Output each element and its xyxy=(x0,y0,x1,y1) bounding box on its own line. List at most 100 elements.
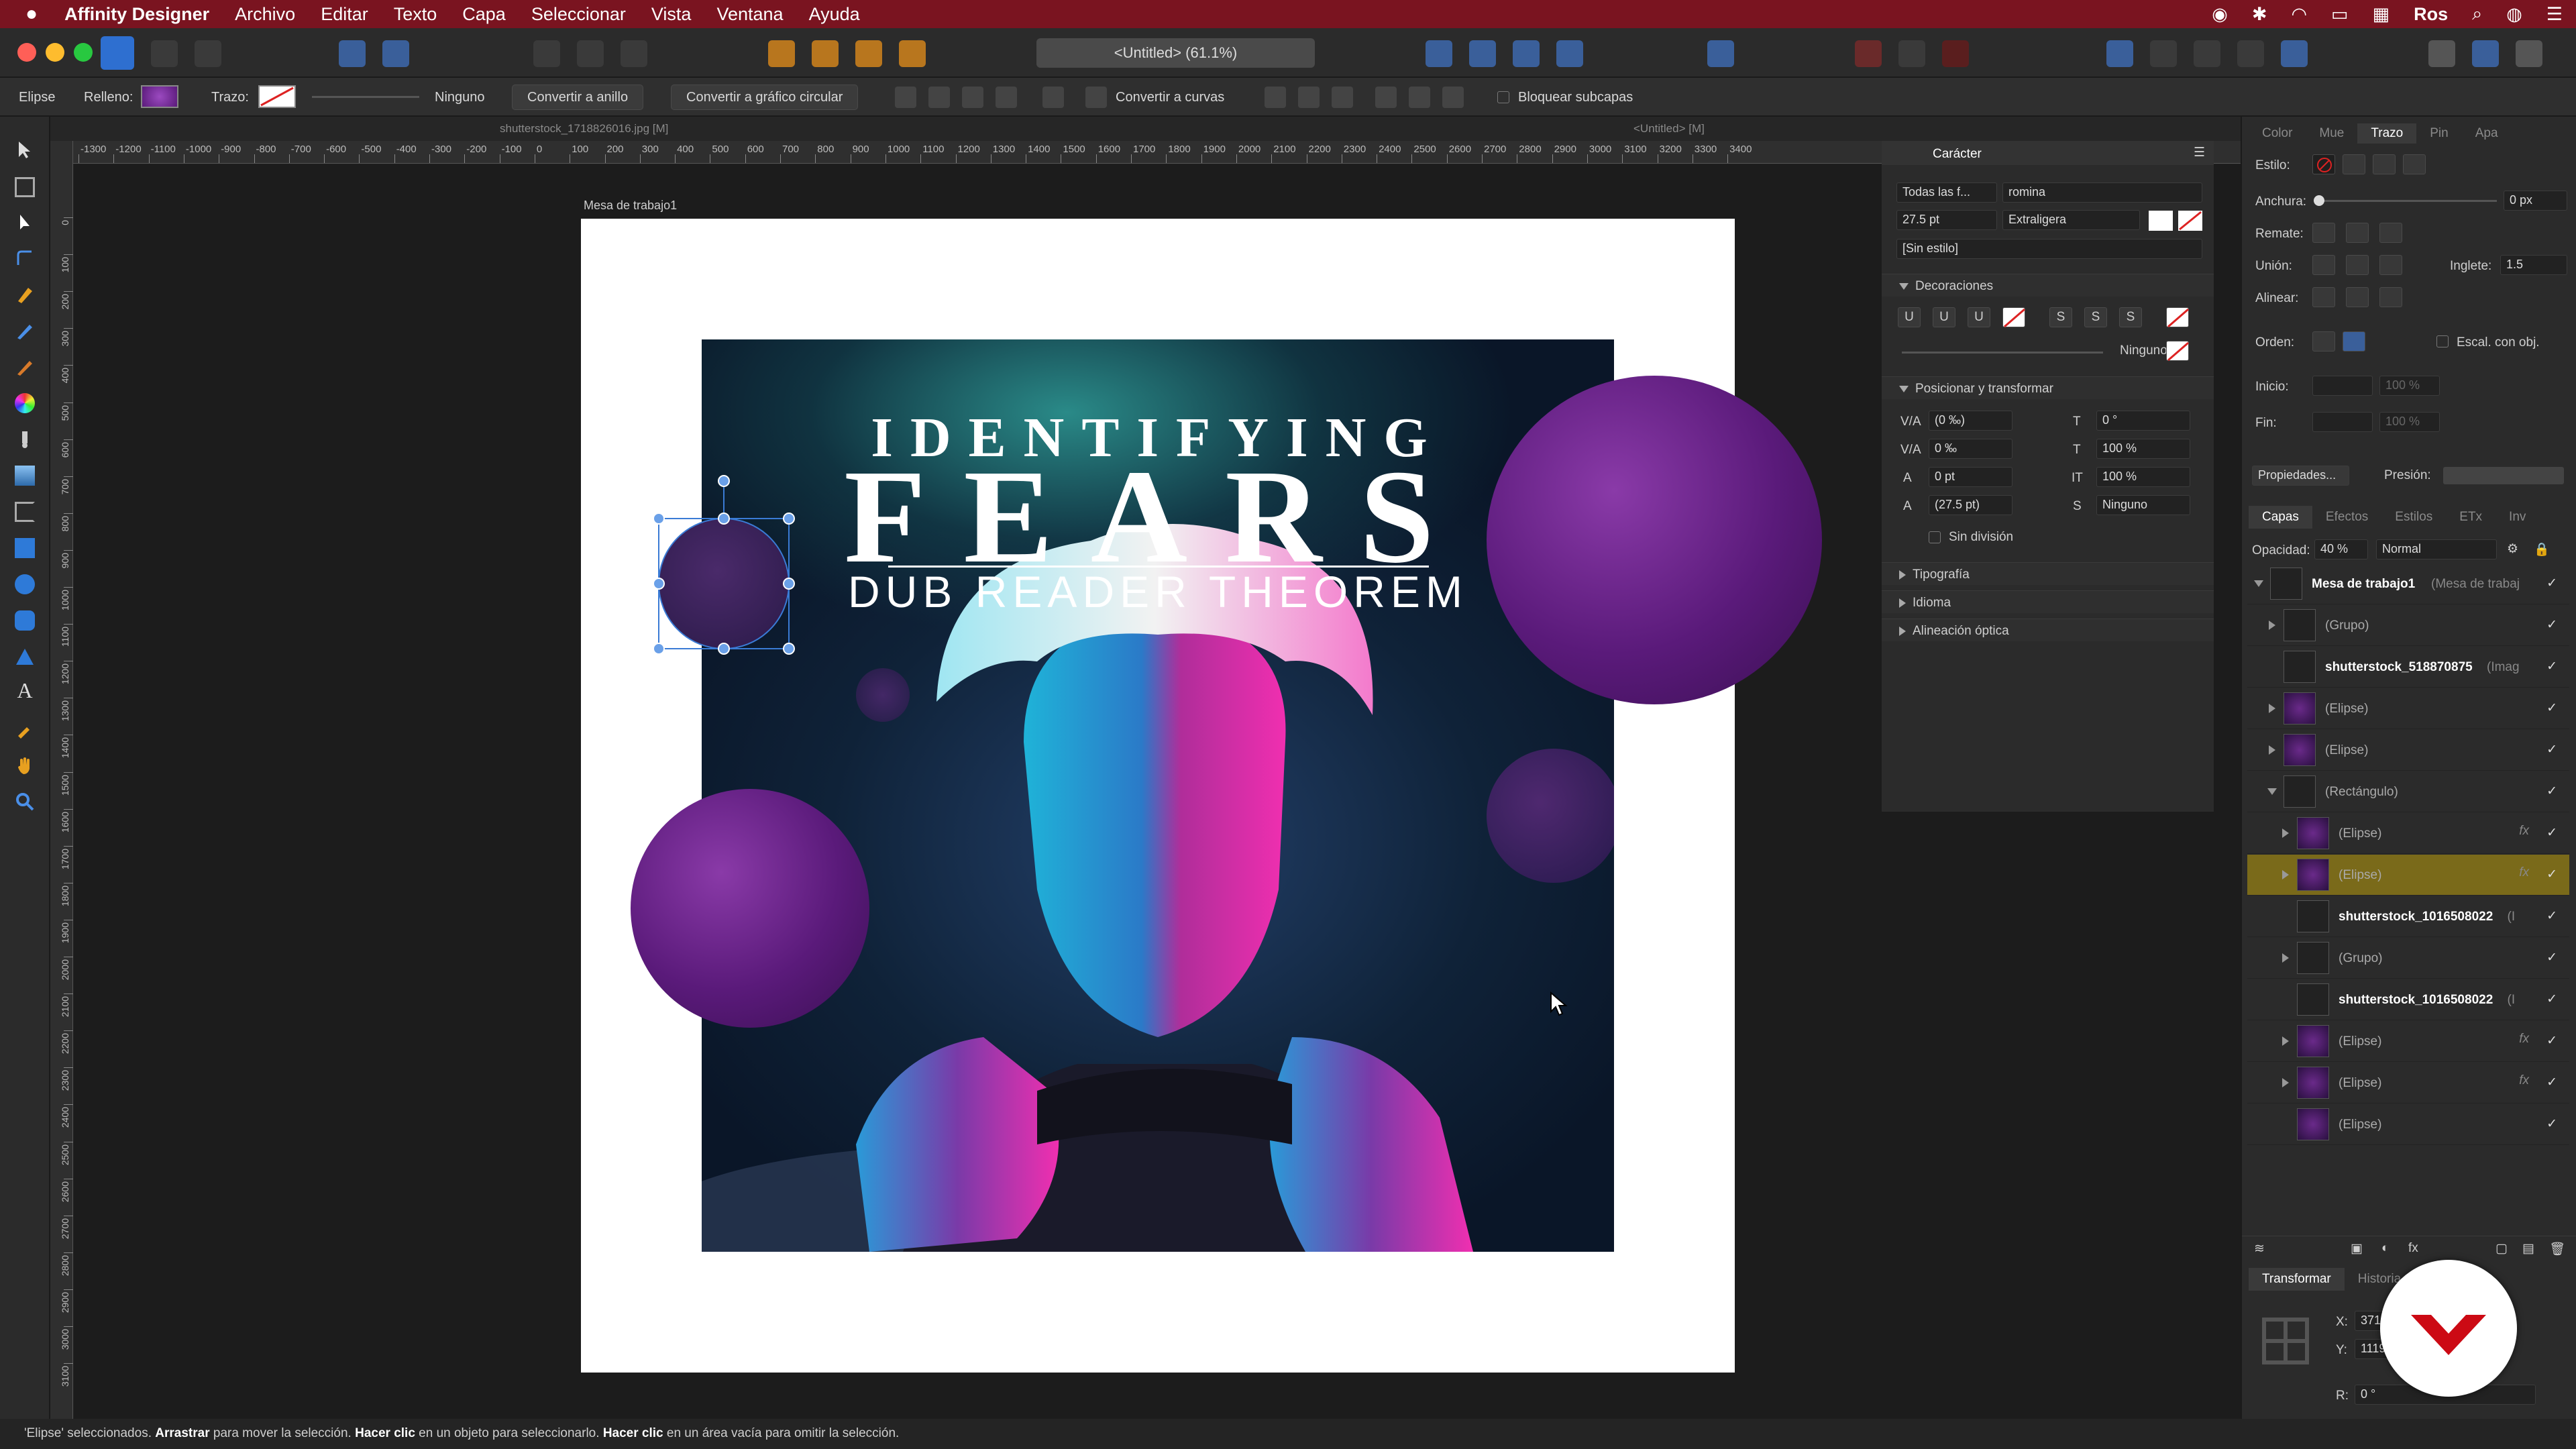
layer-row[interactable]: (Elipse) ✓ xyxy=(2247,1104,2569,1145)
display-icon[interactable]: ▭ xyxy=(2331,4,2349,25)
snap-grid-icon[interactable] xyxy=(1855,40,1882,67)
tab-appearance[interactable]: Apa xyxy=(2462,123,2512,144)
layer-row[interactable]: (Elipse) ✓ xyxy=(2247,688,2569,729)
cap-round-button[interactable] xyxy=(2346,223,2369,243)
boolean-divide-icon[interactable] xyxy=(2281,40,2308,67)
tab-layers[interactable]: Capas xyxy=(2249,506,2312,529)
baseline-input[interactable]: 0 pt xyxy=(1929,467,2012,487)
move-front-icon[interactable] xyxy=(899,40,926,67)
typography-section[interactable]: Tipografía xyxy=(1882,562,2214,585)
stroke-width-slider-knob[interactable] xyxy=(2314,195,2324,206)
group-icon[interactable]: ▤ xyxy=(2522,1241,2534,1256)
mask-icon[interactable]: ▣ xyxy=(2351,1241,2363,1256)
layer-settings-icon[interactable]: ⚙ xyxy=(2507,541,2518,557)
adjustment-icon[interactable]: ◐ xyxy=(2381,1241,2389,1256)
siri-icon[interactable]: ◍ xyxy=(2506,4,2522,25)
spotlight-icon[interactable]: ⌕ xyxy=(2472,3,2482,25)
select-none-icon[interactable] xyxy=(577,40,604,67)
artboard-label[interactable]: Mesa de trabajo1 xyxy=(584,199,677,213)
purple-sphere-left[interactable] xyxy=(631,789,869,1028)
boolean-xor-icon[interactable] xyxy=(2237,40,2264,67)
selection-handles[interactable] xyxy=(651,470,798,671)
tracking-input[interactable]: 0 ‰ xyxy=(1929,439,2012,459)
scale-with-object-checkbox[interactable] xyxy=(2436,335,2449,347)
magnet-icon[interactable] xyxy=(1942,40,1969,67)
collapse-arrow-icon[interactable] xyxy=(2267,788,2277,795)
text-color-swatch[interactable] xyxy=(2149,211,2173,231)
align-center-stroke-button[interactable] xyxy=(2312,287,2335,307)
double-underline-button[interactable]: U xyxy=(1933,307,1955,327)
purple-sphere-right[interactable] xyxy=(1487,376,1822,704)
align-inside-stroke-button[interactable] xyxy=(2346,287,2369,307)
layer-visibility-checkbox[interactable]: ✓ xyxy=(2546,784,2557,799)
pixel-persona-icon[interactable] xyxy=(151,40,178,67)
move-forward-icon[interactable] xyxy=(855,40,882,67)
control-center-icon[interactable]: ☰ xyxy=(2546,4,2563,25)
layer-visibility-checkbox[interactable]: ✓ xyxy=(2546,659,2557,674)
move-tool-icon[interactable] xyxy=(15,140,35,160)
new-layer-icon[interactable]: ▢ xyxy=(2496,1241,2508,1256)
layer-visibility-checkbox[interactable]: ✓ xyxy=(2546,742,2557,757)
font-name-select[interactable]: romina xyxy=(2002,182,2202,203)
arrow-end-select[interactable] xyxy=(2312,412,2373,432)
layer-visibility-checkbox[interactable]: ✓ xyxy=(2546,576,2557,591)
layer-fx-icon[interactable]: fx xyxy=(2519,1032,2529,1046)
move-back-icon[interactable] xyxy=(768,40,795,67)
arrow-start-select[interactable] xyxy=(2312,376,2373,396)
order-behind-button[interactable] xyxy=(2312,331,2335,352)
layer-fx-icon[interactable]: fx xyxy=(2519,865,2529,880)
rotate-right-icon[interactable] xyxy=(1556,40,1583,67)
strike-color-swatch[interactable] xyxy=(2166,307,2189,328)
stroke-dashed-button[interactable] xyxy=(2373,154,2396,174)
transparency-tool-icon[interactable] xyxy=(15,429,35,449)
text-tool-icon[interactable]: A xyxy=(15,680,35,701)
studio-icon[interactable] xyxy=(2428,40,2455,67)
convert-to-pie-button[interactable]: Convertir a gráfico circular xyxy=(671,85,859,110)
expand-arrow-icon[interactable] xyxy=(2282,870,2289,879)
flip-horizontal-icon[interactable] xyxy=(1426,40,1452,67)
join-round-button[interactable] xyxy=(2346,255,2369,275)
stroke-swatch[interactable] xyxy=(258,85,296,108)
convert-to-curves-button[interactable]: Convertir a curvas xyxy=(1116,90,1224,105)
scale-h-input[interactable]: 100 % xyxy=(2096,439,2190,459)
underline-button[interactable]: U xyxy=(1898,307,1921,327)
close-window-button[interactable] xyxy=(17,43,36,62)
fx-icon[interactable]: fx xyxy=(2408,1241,2418,1256)
order-front-button[interactable] xyxy=(2343,331,2365,352)
stroke-none-button[interactable] xyxy=(2312,154,2335,174)
expand-arrow-icon[interactable] xyxy=(2282,953,2289,963)
document-title[interactable]: <Untitled> (61.1%) xyxy=(1036,38,1315,68)
zoom-window-button[interactable] xyxy=(74,43,93,62)
crop-tool-icon[interactable] xyxy=(15,502,35,522)
convert-to-ring-button[interactable]: Convertir a anillo xyxy=(512,85,644,110)
layer-visibility-checkbox[interactable]: ✓ xyxy=(2546,950,2557,965)
corner-tool-icon[interactable] xyxy=(15,248,35,268)
stroke-width-slider-track[interactable] xyxy=(2316,200,2497,202)
strikethrough-button[interactable]: S xyxy=(2049,307,2072,327)
leading-input[interactable]: (27.5 pt) xyxy=(1929,495,2012,515)
tab-transform[interactable]: Transformar xyxy=(2249,1268,2345,1291)
align-icon[interactable] xyxy=(1707,40,1734,67)
menu-ayuda[interactable]: Ayuda xyxy=(809,4,860,25)
flip-vertical-icon[interactable] xyxy=(1469,40,1496,67)
menu-archivo[interactable]: Archivo xyxy=(235,4,295,25)
arrow-start-scale[interactable]: 100 % xyxy=(2379,376,2440,396)
layer-row[interactable]: Mesa de trabajo1 (Mesa de trabaj ✓ xyxy=(2247,564,2569,604)
layer-fx-icon[interactable]: fx xyxy=(2519,1073,2529,1088)
move-backward-icon[interactable] xyxy=(812,40,839,67)
layer-visibility-checkbox[interactable]: ✓ xyxy=(2546,1116,2557,1132)
language-section[interactable]: Idioma xyxy=(1882,590,2214,613)
optical-alignment-section[interactable]: Alineación óptica xyxy=(1882,619,2214,641)
tab-inventory[interactable]: Inv xyxy=(2496,506,2539,529)
doc-tab-photo[interactable]: shutterstock_1718826016.jpg [M] xyxy=(500,122,668,136)
lock-layer-icon[interactable]: 🔒 xyxy=(2534,541,2550,557)
assets-icon[interactable] xyxy=(2516,40,2542,67)
align-middle-icon[interactable] xyxy=(1409,87,1430,108)
snap-settings-icon[interactable] xyxy=(1898,40,1925,67)
minimize-window-button[interactable] xyxy=(46,43,64,62)
boolean-intersect-icon[interactable] xyxy=(2194,40,2220,67)
bluetooth-icon[interactable]: ✱ xyxy=(2252,4,2267,25)
boolean-subtract-icon[interactable] xyxy=(2150,40,2177,67)
align-bottom-icon[interactable] xyxy=(1442,87,1464,108)
place-image-tool-icon[interactable] xyxy=(15,466,35,486)
